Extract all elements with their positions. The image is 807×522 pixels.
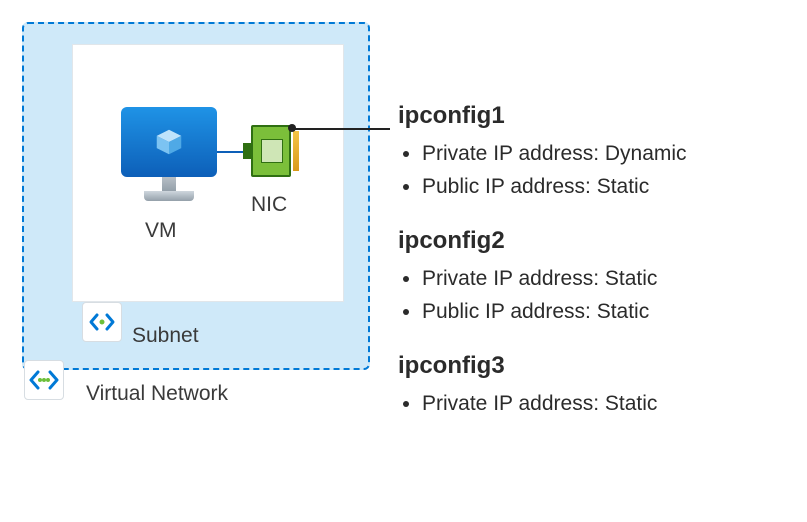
virtual-network-icon	[24, 360, 64, 400]
list-item: Private IP address: Static	[422, 388, 798, 421]
ipconfig-list: ipconfig1 Private IP address: Dynamic Pu…	[398, 102, 798, 445]
vm-nic-wire	[217, 151, 243, 153]
virtual-network-box: VM NIC Subnet	[22, 22, 370, 370]
nic-label: NIC	[251, 193, 287, 217]
subnet-box: VM NIC	[72, 44, 344, 302]
callout-line	[292, 128, 390, 130]
ipconfig1-details: Private IP address: Dynamic Public IP ad…	[398, 138, 798, 203]
subnet-label: Subnet	[132, 324, 199, 348]
ipconfig3-details: Private IP address: Static	[398, 388, 798, 421]
ipconfig2-title: ipconfig2	[398, 227, 798, 255]
list-item: Public IP address: Static	[422, 171, 798, 204]
vm-icon	[121, 107, 217, 211]
ipconfig2-details: Private IP address: Static Public IP add…	[398, 263, 798, 328]
list-item: Public IP address: Static	[422, 296, 798, 329]
virtual-network-label: Virtual Network	[86, 382, 228, 406]
ipconfig3-title: ipconfig3	[398, 352, 798, 380]
subnet-icon	[82, 302, 122, 342]
nic-icon	[243, 125, 295, 177]
list-item: Private IP address: Dynamic	[422, 138, 798, 171]
list-item: Private IP address: Static	[422, 263, 798, 296]
vm-label: VM	[145, 219, 177, 243]
ipconfig1-title: ipconfig1	[398, 102, 798, 130]
